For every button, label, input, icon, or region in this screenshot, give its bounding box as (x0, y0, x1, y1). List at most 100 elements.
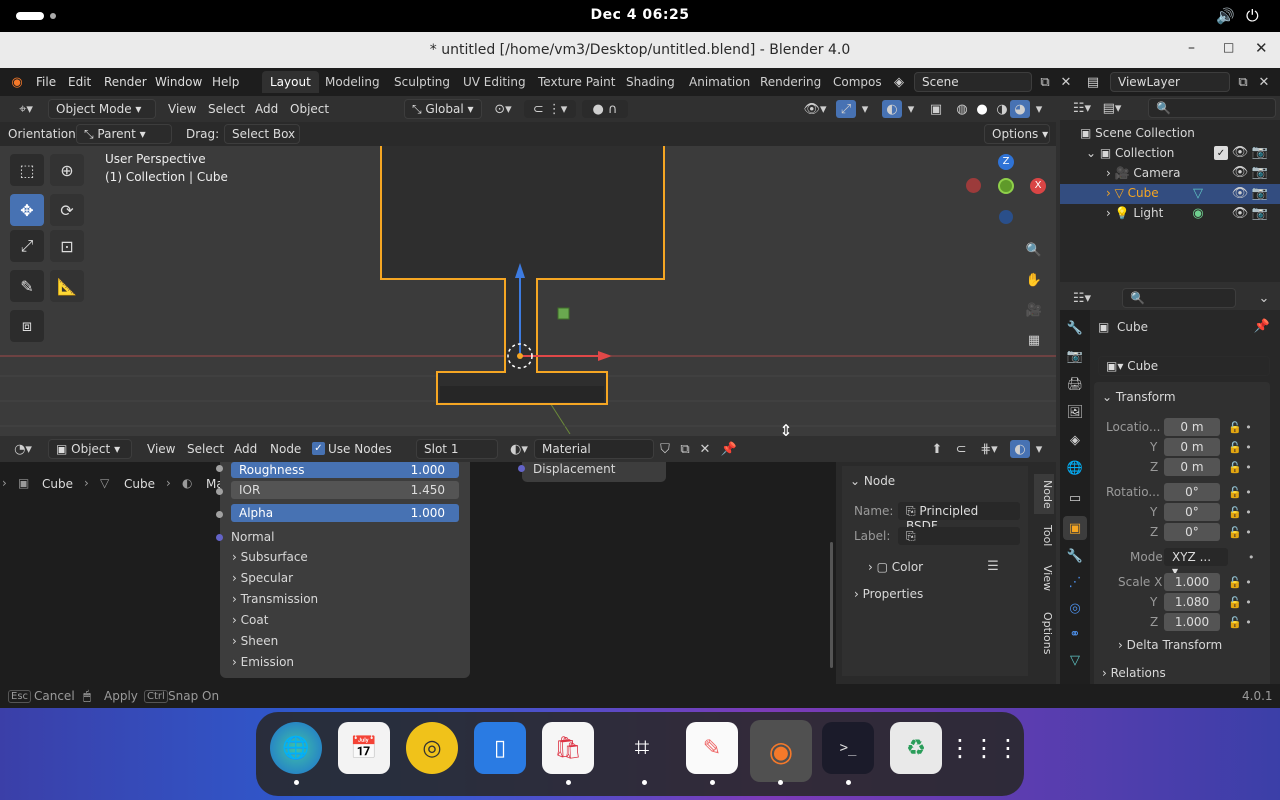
scene-tab-icon[interactable]: ◈ (1065, 430, 1085, 450)
3d-viewport[interactable]: ⬚ ⊕ ✥ ⟳ ⤢ ⊡ ✎ 📐 ⧈ User Perspective (1) C… (0, 146, 1056, 478)
navigation-gizmo[interactable]: Z X (962, 146, 1048, 236)
gizmo-z-axis[interactable]: Z (998, 154, 1014, 170)
orientation-dropdown[interactable]: ⤡ Parent ▾ (76, 124, 172, 144)
properties-search-field[interactable]: 🔍 (1122, 288, 1236, 308)
tab-sculpting[interactable]: Sculpting (386, 71, 458, 93)
tab-animation[interactable]: Animation (681, 71, 758, 93)
location-y-field[interactable]: 0 m (1164, 438, 1220, 456)
lock-icon[interactable]: 🔓 • (1228, 523, 1252, 543)
node-name-field[interactable]: ⎘ Principled BSDF (898, 502, 1020, 533)
terminal-icon[interactable]: >_ (822, 722, 874, 774)
world-tab-icon[interactable]: 🌐 (1065, 458, 1085, 478)
remove-scene-icon[interactable]: ✕ (1058, 74, 1074, 90)
duplicate-material-icon[interactable]: ⧉ (676, 440, 694, 458)
lock-icon[interactable]: 🔓 • (1228, 613, 1252, 633)
roughness-slider[interactable]: Roughness 1.000 (231, 462, 459, 478)
scene-selector[interactable]: Scene (914, 72, 1032, 92)
normal-socket[interactable] (216, 534, 223, 541)
object-tab-icon[interactable]: ▣ (1063, 516, 1087, 540)
cube-render-icon[interactable]: 📷 (1252, 184, 1268, 202)
cursor-tool[interactable]: ⊕ (50, 154, 84, 186)
music-player-icon[interactable]: ◎ (406, 722, 458, 774)
object-mode-dropdown[interactable]: Object Mode ▾ (48, 99, 156, 119)
lock-icon[interactable]: 🔓 • (1228, 458, 1252, 478)
viewport-menu-add[interactable]: Add (255, 102, 278, 116)
data-tab-icon[interactable]: ▽ (1065, 650, 1085, 670)
alpha-socket[interactable] (216, 511, 223, 518)
lock-icon[interactable]: 🔓 • (1228, 593, 1252, 613)
pivot-point-icon[interactable]: ⊙▾ (488, 100, 518, 118)
viewport-menu-select[interactable]: Select (208, 102, 245, 116)
fake-user-icon[interactable]: ⛉ (656, 440, 674, 458)
transform-orientation-dropdown[interactable]: ⤡ Global ▾ (404, 99, 482, 119)
close-button[interactable]: ✕ (1255, 39, 1268, 57)
relations-panel[interactable]: › Relations (1094, 662, 1270, 684)
lock-icon[interactable]: 🔓 • (1228, 418, 1252, 438)
gizmo-neg-z-axis[interactable] (999, 210, 1013, 224)
new-scene-icon[interactable]: ⧉ (1036, 74, 1054, 90)
outliner-filter-icon[interactable]: ▤▾ (1098, 100, 1126, 116)
camera-view-icon[interactable]: 🎥 (1022, 298, 1046, 322)
select-box-tool[interactable]: ⬚ (10, 154, 44, 186)
modifier-tab-icon[interactable]: 🔧 (1065, 546, 1085, 566)
power-icon[interactable]: ⏻ (1246, 6, 1259, 26)
rotate-tool[interactable]: ⟳ (50, 194, 84, 226)
annotate-tool[interactable]: ✎ (10, 270, 44, 302)
transmission-panel[interactable]: › Transmission (232, 592, 318, 606)
software-store-icon[interactable]: 🛍 (542, 722, 594, 774)
collection-eye-icon[interactable]: 👁 (1232, 144, 1249, 160)
gizmo-x-axis[interactable]: X (1030, 178, 1046, 194)
menu-file[interactable]: File (36, 75, 56, 89)
node-editor-scrollbar[interactable] (830, 542, 833, 668)
shading-material-icon[interactable]: ◑ (992, 100, 1012, 118)
transform-tool[interactable]: ⊡ (50, 230, 84, 262)
light-render-icon[interactable]: 📷 (1252, 204, 1268, 222)
alpha-slider[interactable]: Alpha 1.000 (231, 504, 459, 522)
properties-options-icon[interactable]: ⌄ (1256, 290, 1272, 306)
documents-icon[interactable]: ▯ (474, 722, 526, 774)
move-tool[interactable]: ✥ (10, 194, 44, 226)
menu-edit[interactable]: Edit (68, 75, 91, 89)
cube-eye-icon[interactable]: 👁 (1232, 184, 1249, 202)
menu-help[interactable]: Help (212, 75, 239, 89)
system-clock[interactable]: Dec 4 06:25 (0, 7, 1280, 23)
tab-options[interactable]: Options (1034, 608, 1054, 658)
measure-tool[interactable]: 📐 (50, 270, 84, 302)
maximize-button[interactable]: □ (1223, 40, 1234, 54)
xray-icon[interactable]: ▣ (926, 100, 946, 118)
transform-panel-header[interactable]: ⌄ Transform (1102, 390, 1176, 404)
tab-compositing[interactable]: Compos (825, 71, 883, 93)
options-dropdown[interactable]: Options ▾ (984, 124, 1050, 144)
outliner-item-camera[interactable]: › 🎥 Camera (1106, 166, 1181, 180)
physics-tab-icon[interactable]: ◎ (1065, 598, 1085, 618)
material-browse-icon[interactable]: ◐▾ (504, 440, 534, 458)
trash-icon[interactable]: ♻ (890, 722, 942, 774)
coat-panel[interactable]: › Coat (232, 613, 268, 627)
node-menu-select[interactable]: Select (187, 442, 224, 456)
collection-camera-icon[interactable]: 📷 (1252, 144, 1268, 160)
rotation-z-field[interactable]: 0° (1164, 523, 1220, 541)
overlays-icon[interactable]: ◐ (882, 100, 902, 118)
view-layer-selector[interactable]: ViewLayer (1110, 72, 1230, 92)
tab-node[interactable]: Node (1034, 474, 1054, 514)
scale-x-field[interactable]: 1.000 (1164, 573, 1220, 591)
camera-render-icon[interactable]: 📷 (1252, 164, 1268, 180)
drag-dropdown[interactable]: Select Box ▾ (224, 124, 300, 144)
rotation-x-field[interactable]: 0° (1164, 483, 1220, 501)
properties-type-icon[interactable]: ☷▾ (1068, 290, 1096, 306)
shading-wireframe-icon[interactable]: ◍ (952, 100, 972, 118)
lock-icon[interactable]: 🔓 • (1228, 503, 1252, 523)
tab-view[interactable]: View (1034, 562, 1054, 594)
camera-eye-icon[interactable]: 👁 (1232, 164, 1249, 180)
shading-menu-icon[interactable]: ▾ (1032, 100, 1046, 118)
render-tab-icon[interactable]: 📷 (1065, 346, 1085, 366)
node-overlay-icon[interactable]: ◐ (1010, 440, 1030, 458)
viewport-menu-view[interactable]: View (168, 102, 196, 116)
object-datablock-field[interactable]: ▣▾ Cube (1098, 356, 1270, 376)
properties-pin-icon[interactable]: 📌 (1254, 318, 1270, 334)
collection-checkbox-icon[interactable]: ✓ (1214, 146, 1228, 160)
node-menu-add[interactable]: Add (234, 442, 257, 456)
outliner-scene-collection[interactable]: ▣ Scene Collection (1080, 126, 1195, 140)
tab-modeling[interactable]: Modeling (317, 71, 388, 93)
lock-icon[interactable]: 🔓 • (1228, 483, 1252, 503)
